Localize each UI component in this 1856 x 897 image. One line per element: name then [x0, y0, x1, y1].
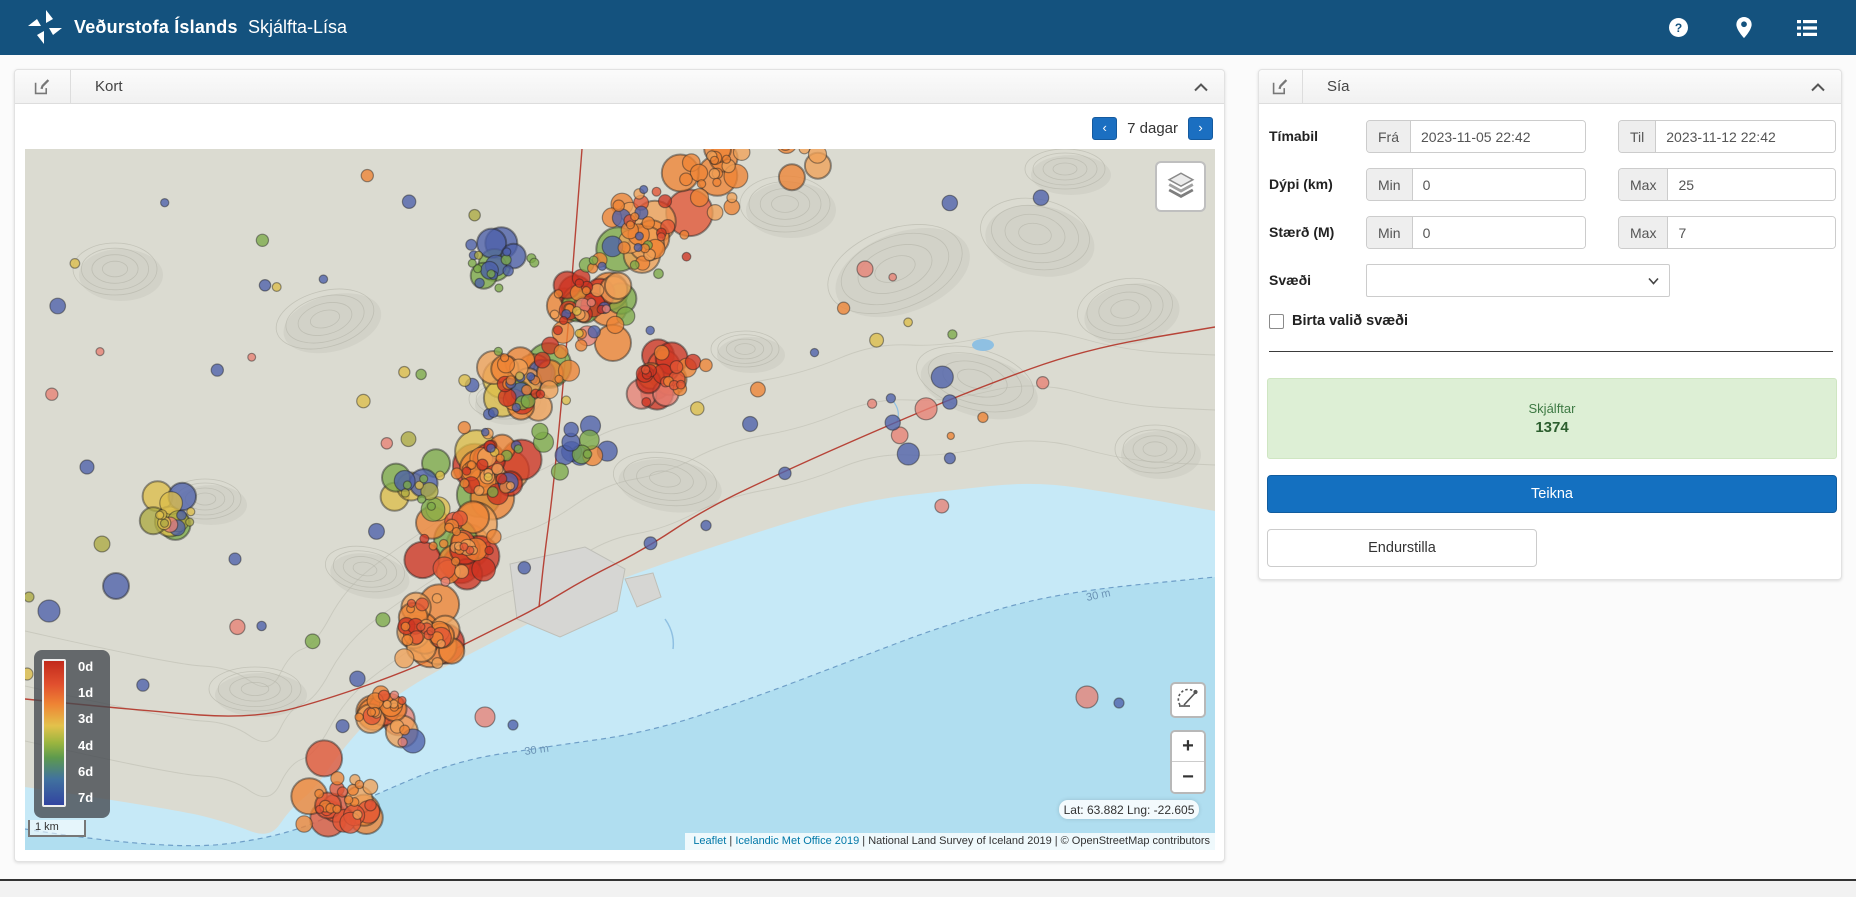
legend-label-7d: 7d [78, 791, 93, 804]
draw-area-icon [1176, 686, 1200, 715]
legend-label-1d: 1d [78, 686, 93, 699]
depth-max-input[interactable] [1668, 169, 1835, 200]
draw-button[interactable]: Teikna [1267, 475, 1837, 513]
filter-panel: Sía Tímabil Frá Til Dýpi (km) Min [1258, 69, 1842, 580]
max-addon: Max [1619, 169, 1668, 200]
map-canvas: 30 m30 m [25, 149, 1215, 850]
from-date-group: Frá [1366, 120, 1586, 153]
coordinate-readout: Lat: 63.882 Lng: -22.605 [1059, 800, 1199, 819]
brand-title: Veðurstofa Íslands [74, 0, 238, 55]
prev-period-button[interactable]: ‹ [1092, 117, 1117, 140]
zoom-out-button[interactable]: − [1172, 762, 1204, 792]
depth-min-input[interactable] [1413, 169, 1585, 200]
app-title: Skjálfta-Lísa [248, 0, 347, 55]
chevron-down-icon [1648, 277, 1659, 285]
legend-label-3d: 3d [78, 712, 93, 725]
layers-control[interactable] [1155, 161, 1206, 212]
edit-icon[interactable] [1259, 70, 1303, 104]
legend-gradient-bar [42, 659, 66, 807]
collapse-filter-chevron-icon[interactable] [1811, 70, 1825, 104]
area-toggle-row: Birta valið svæði [1269, 313, 1408, 329]
svg-text:?: ? [1675, 21, 1682, 35]
imo-logo-icon [26, 8, 64, 51]
to-date-input[interactable] [1656, 121, 1835, 152]
max-addon: Max [1619, 217, 1668, 248]
leaflet-link[interactable]: Leaflet [693, 835, 726, 847]
map-panel-title: Kort [95, 78, 123, 95]
page-footer [0, 881, 1856, 897]
map[interactable]: 30 m30 m [25, 149, 1215, 850]
staerd-label: Stærð (M) [1269, 224, 1334, 240]
map-panel: Kort ‹ 7 dagar › 30 m30 m [14, 69, 1225, 862]
to-addon: Til [1619, 121, 1656, 152]
top-navbar: Veðurstofa Íslands Skjálfta-Lísa ? [0, 0, 1856, 55]
page: Veðurstofa Íslands Skjálfta-Lísa ? Kort … [0, 0, 1856, 897]
to-date-group: Til [1618, 120, 1836, 153]
age-legend: 0d 1d 3d 4d 6d 7d [34, 650, 110, 818]
scale-bar: 1 km [28, 820, 86, 837]
legend-labels: 0d 1d 3d 4d 6d 7d [78, 660, 93, 804]
reset-button[interactable]: Endurstilla [1267, 529, 1537, 567]
legend-label-4d: 4d [78, 739, 93, 752]
filter-divider [1269, 351, 1833, 352]
map-panel-header: Kort [15, 70, 1224, 104]
help-icon[interactable]: ? [1669, 0, 1688, 55]
zoom-control: + − [1170, 730, 1206, 794]
attribution-text: | National Land Survey of Iceland 2019 |… [859, 835, 1210, 847]
filter-panel-title: Sía [1327, 78, 1350, 95]
imo-link[interactable]: Icelandic Met Office 2019 [735, 835, 859, 847]
attribution-separator: | [726, 835, 735, 847]
area-select[interactable] [1366, 264, 1670, 297]
magnitude-max-group: Max [1618, 216, 1836, 249]
min-addon: Min [1367, 169, 1413, 200]
location-icon[interactable] [1736, 0, 1752, 55]
collapse-map-chevron-icon[interactable] [1194, 70, 1208, 104]
magnitude-min-input[interactable] [1413, 217, 1585, 248]
from-addon: Frá [1367, 121, 1411, 152]
zoom-in-button[interactable]: + [1172, 732, 1204, 762]
legend-label-6d: 6d [78, 765, 93, 778]
legend-label-0d: 0d [78, 660, 93, 673]
layers-icon [1167, 170, 1195, 203]
draw-control[interactable] [1170, 682, 1206, 718]
area-checkbox[interactable] [1269, 314, 1284, 329]
area-checkbox-label: Birta valið svæði [1292, 313, 1408, 329]
from-date-input[interactable] [1411, 121, 1585, 152]
map-attribution: Leaflet | Icelandic Met Office 2019 | Na… [685, 833, 1215, 850]
period-label: 7 dagar [1127, 120, 1178, 137]
period-nav: ‹ 7 dagar › [1092, 115, 1213, 142]
edit-icon[interactable] [15, 70, 71, 104]
quake-count-badge: Skjálftar 1374 [1267, 378, 1837, 459]
quake-count-label: Skjálftar [1529, 401, 1576, 416]
depth-min-group: Min [1366, 168, 1586, 201]
filter-panel-header: Sía [1259, 70, 1841, 104]
list-icon[interactable] [1797, 0, 1817, 55]
timabil-label: Tímabil [1269, 128, 1318, 144]
quake-count-value: 1374 [1535, 419, 1568, 436]
magnitude-min-group: Min [1366, 216, 1586, 249]
magnitude-max-input[interactable] [1668, 217, 1835, 248]
svaedi-label: Svæði [1269, 272, 1311, 288]
dypi-label: Dýpi (km) [1269, 176, 1333, 192]
min-addon: Min [1367, 217, 1413, 248]
depth-max-group: Max [1618, 168, 1836, 201]
next-period-button[interactable]: › [1188, 117, 1213, 140]
